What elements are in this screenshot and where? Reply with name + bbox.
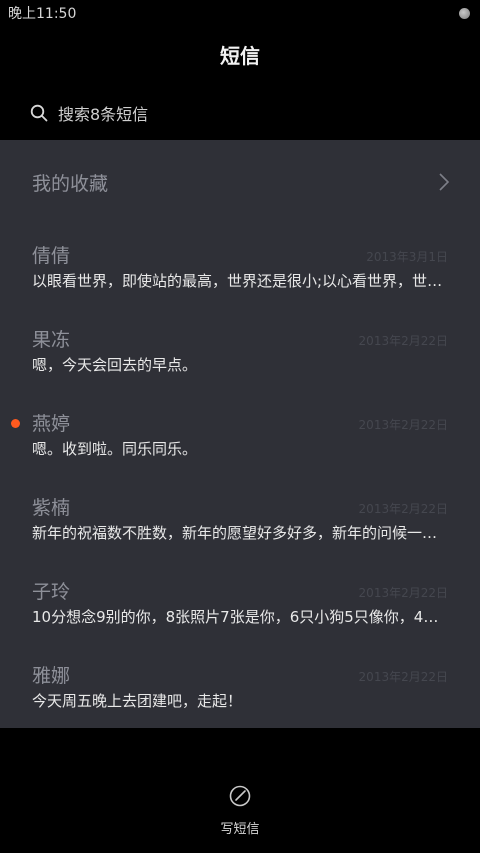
message-snippet: 以眼看世界，即使站的最高，世界还是很小;以心看世界，世界很大 xyxy=(32,272,448,290)
message-date: 2013年2月22日 xyxy=(358,334,448,348)
unread-dot-icon xyxy=(11,419,20,428)
status-time: 晚上11:50 xyxy=(8,6,77,22)
contact-name: 倩倩 xyxy=(32,245,71,267)
page-title: 短信 xyxy=(220,44,260,68)
message-snippet: 嗯，今天会回去的早点。 xyxy=(32,356,198,374)
message-snippet: 今天周五晚上去团建吧，走起！ xyxy=(32,692,243,710)
status-bar: 晚上11:50 xyxy=(0,0,480,26)
contact-name: 燕婷 xyxy=(32,413,71,435)
message-date: 2013年2月22日 xyxy=(358,670,448,684)
search-input[interactable]: 搜索8条短信 xyxy=(58,101,148,125)
message-date: 2013年2月22日 xyxy=(358,502,448,516)
conversation-item[interactable]: 果冻 2013年2月22日 嗯，今天会回去的早点。 xyxy=(0,308,480,392)
contact-name: 雅娜 xyxy=(32,665,71,687)
conversation-item[interactable]: 紫楠 2013年2月22日 新年的祝福数不胜数，新年的愿望好多好多，新年的问候一… xyxy=(0,476,480,560)
conversation-item[interactable]: 倩倩 2013年3月1日 以眼看世界，即使站的最高，世界还是很小;以心看世界，世… xyxy=(0,224,480,308)
message-date: 2013年2月22日 xyxy=(358,586,448,600)
chevron-right-icon xyxy=(438,172,450,192)
conversation-item[interactable]: 子玲 2013年2月22日 10分想念9别的你，8张照片7张是你，6只小狗5只像… xyxy=(0,560,480,644)
message-snippet: 10分想念9别的你，8张照片7张是你，6只小狗5只像你，4季变换 xyxy=(32,608,448,626)
message-snippet: 新年的祝福数不胜数，新年的愿望好多好多，新年的问候一个不少 xyxy=(32,524,448,542)
message-date: 2013年2月22日 xyxy=(358,418,448,432)
conversation-item[interactable]: 燕婷 2013年2月22日 嗯。收到啦。同乐同乐。 xyxy=(0,392,480,476)
conversation-panel: 我的收藏 倩倩 2013年3月1日 以眼看世界，即使站的最高，世界还是很小;以心… xyxy=(0,140,480,728)
compose-button[interactable]: 写短信 xyxy=(0,784,480,837)
search-icon xyxy=(30,104,48,122)
message-date: 2013年3月1日 xyxy=(366,250,448,264)
message-snippet: 嗯。收到啦。同乐同乐。 xyxy=(32,440,198,458)
contact-name: 紫楠 xyxy=(32,497,71,519)
compose-label: 写短信 xyxy=(220,822,260,837)
contact-name: 子玲 xyxy=(32,581,71,603)
compose-icon xyxy=(228,784,252,808)
search-bar[interactable]: 搜索8条短信 xyxy=(30,96,148,130)
favorites-label: 我的收藏 xyxy=(32,172,109,195)
contact-name: 果冻 xyxy=(32,329,71,351)
status-indicator-icon xyxy=(459,7,470,19)
conversation-item[interactable]: 雅娜 2013年2月22日 今天周五晚上去团建吧，走起！ xyxy=(0,644,480,728)
favorites-row[interactable]: 我的收藏 xyxy=(0,140,480,224)
